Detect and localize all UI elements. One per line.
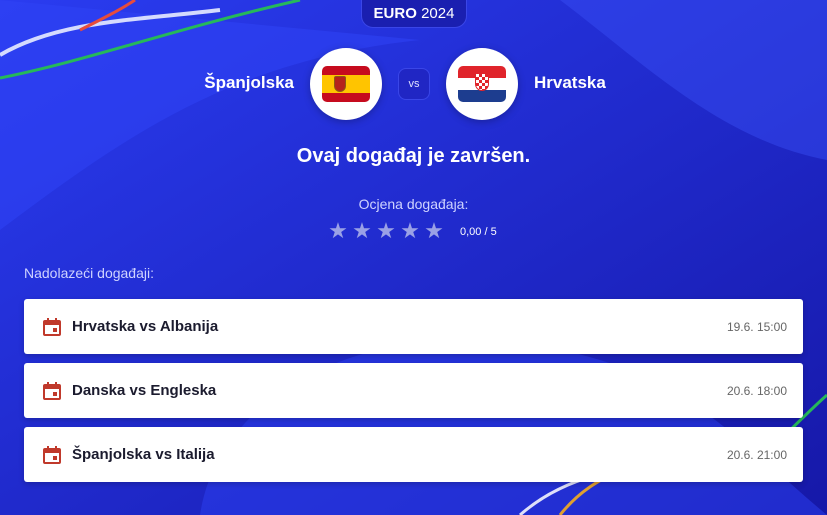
event-status: Ovaj događaj je završen.	[296, 145, 531, 167]
event-row[interactable]: Danska vs Engleska 20.6. 18:00	[24, 363, 803, 418]
calendar-icon	[43, 317, 61, 336]
away-team-flag	[446, 48, 518, 120]
spain-flag-icon	[322, 66, 370, 102]
event-time: 19.6. 15:00	[726, 319, 787, 334]
event-time: 20.6. 18:00	[726, 383, 787, 398]
calendar-icon	[43, 381, 61, 400]
home-team-flag	[310, 48, 382, 120]
competition-badge: EURO 2024	[361, 0, 467, 28]
away-team-name: Hrvatska	[534, 73, 606, 92]
star-icon[interactable]: ★	[328, 220, 348, 242]
badge-year: 2024	[421, 5, 455, 22]
event-time: 20.6. 21:00	[726, 447, 787, 462]
home-team-name: Španjolska	[204, 73, 294, 92]
rating-stars[interactable]: ★ ★ ★ ★ ★	[328, 220, 444, 242]
upcoming-events-label: Nadolazeći događaji:	[24, 265, 154, 281]
star-icon[interactable]: ★	[400, 220, 420, 242]
badge-brand: EURO	[373, 5, 417, 22]
star-icon[interactable]: ★	[424, 220, 444, 242]
event-title: Španjolska vs Italija	[72, 446, 215, 463]
vs-label: vs	[398, 68, 430, 100]
event-row[interactable]: Španjolska vs Italija 20.6. 21:00	[24, 427, 803, 482]
upcoming-events-list: Hrvatska vs Albanija 19.6. 15:00 Danska …	[24, 299, 803, 491]
event-row[interactable]: Hrvatska vs Albanija 19.6. 15:00	[24, 299, 803, 354]
rating-value: 0,00 / 5	[460, 226, 497, 238]
event-page: EURO 2024 Španjolska vs Hrvatska Ovaj do…	[0, 0, 827, 515]
star-icon[interactable]: ★	[352, 220, 372, 242]
event-title: Danska vs Engleska	[72, 382, 217, 399]
star-icon[interactable]: ★	[376, 220, 396, 242]
croatia-flag-icon	[458, 66, 506, 102]
event-title: Hrvatska vs Albanija	[72, 318, 219, 335]
calendar-icon	[43, 445, 61, 464]
rating-label: Ocjena događaja:	[358, 196, 469, 212]
